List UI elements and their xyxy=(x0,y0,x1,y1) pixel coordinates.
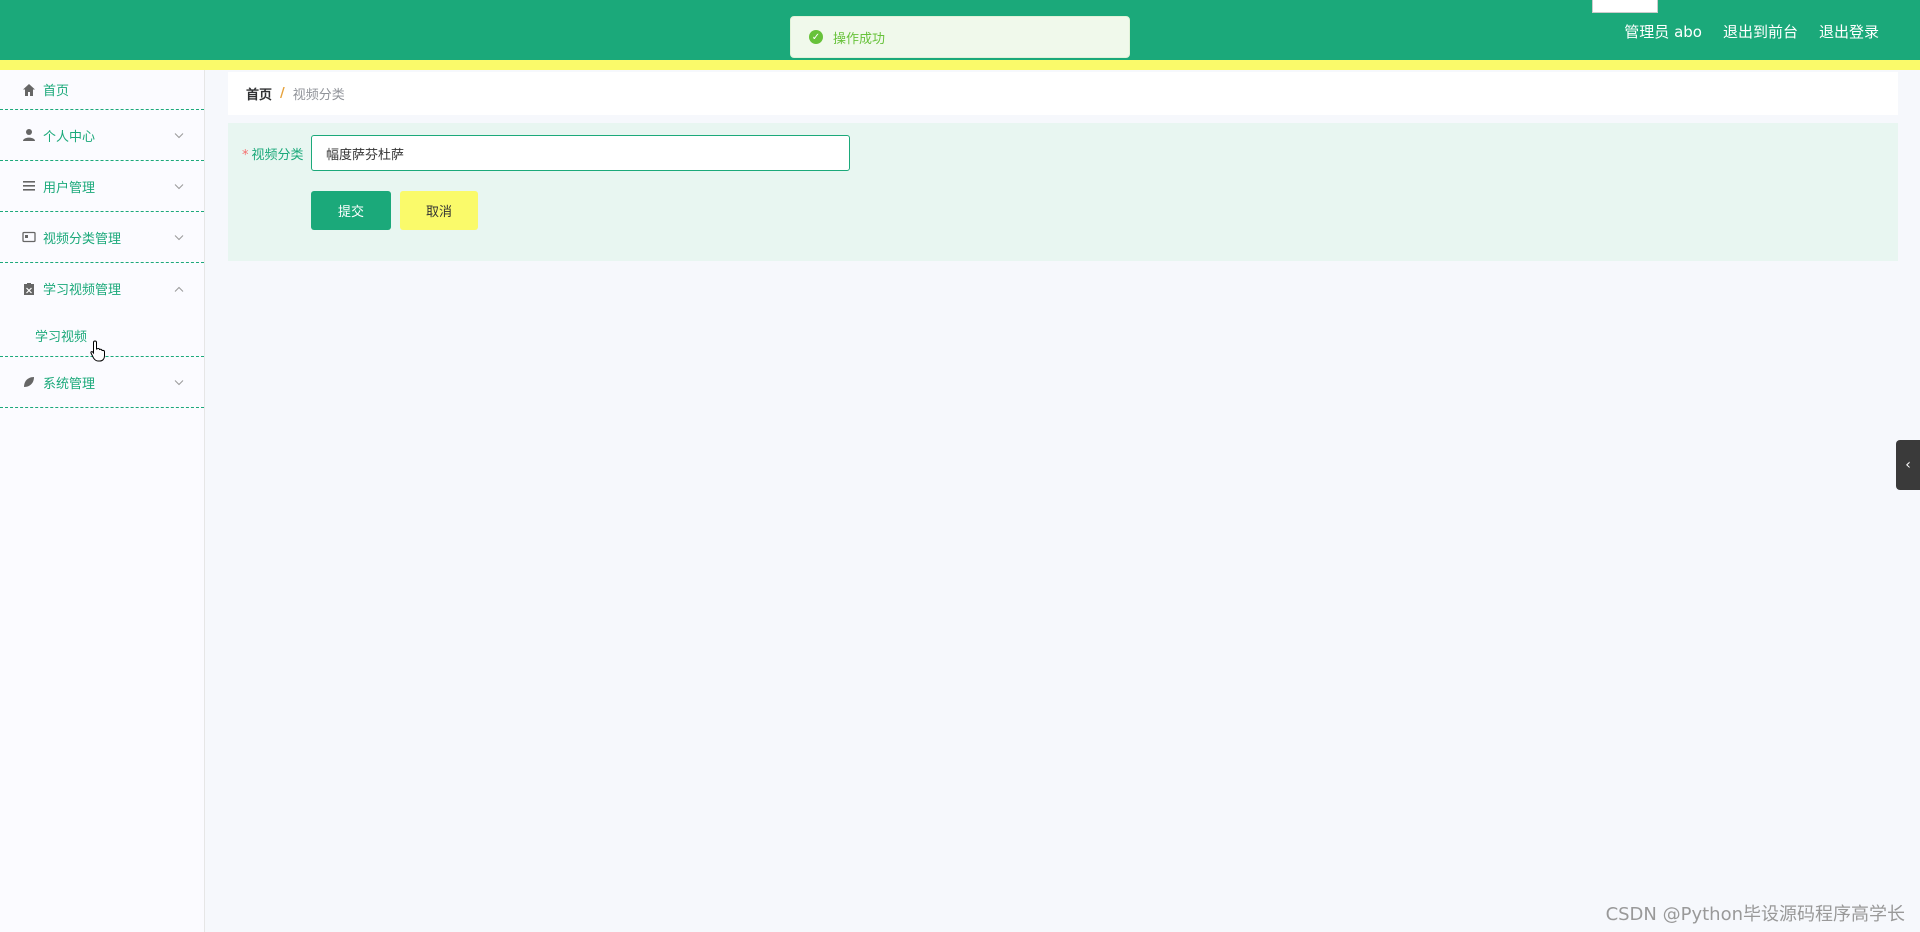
check-circle-icon: ✓ xyxy=(809,30,823,44)
sidebar-item-label: 系统管理 xyxy=(43,376,96,392)
sidebar-item-video-category-management[interactable]: 视频分类管理 xyxy=(0,212,204,263)
chevron-left-icon: ‹ xyxy=(1905,457,1911,473)
sidebar-item-label: 学习视频管理 xyxy=(43,283,122,298)
leaf-icon xyxy=(22,375,36,389)
toast-message: 操作成功 xyxy=(833,31,886,47)
required-mark: * xyxy=(242,148,249,163)
home-icon xyxy=(22,83,36,97)
chevron-up-icon xyxy=(174,281,184,296)
mini-popup xyxy=(1592,0,1658,13)
logout-link[interactable]: 退出登录 xyxy=(1819,21,1879,42)
pointer-hand-icon xyxy=(90,340,106,362)
chevron-down-icon xyxy=(174,230,184,245)
category-field-label: * 视频分类 xyxy=(242,144,304,163)
watermark: CSDN @Python毕设源码程序高学长 xyxy=(1605,904,1905,925)
sidebar-item-system-management[interactable]: 系统管理 xyxy=(0,357,204,408)
admin-user-label: 管理员 abo xyxy=(1624,23,1702,41)
sidebar-item-user-management[interactable]: 用户管理 xyxy=(0,161,204,212)
sidebar-item-home[interactable]: 首页 xyxy=(0,70,204,110)
chevron-down-icon xyxy=(174,375,184,390)
sidebar-subitem-label: 学习视频 xyxy=(35,329,88,345)
sidebar-item-label: 个人中心 xyxy=(43,129,96,145)
back-to-front-link[interactable]: 退出到前台 xyxy=(1723,21,1798,42)
sidebar-item-label: 首页 xyxy=(43,84,70,99)
card-icon xyxy=(22,230,36,244)
user-icon xyxy=(22,128,36,142)
category-input[interactable] xyxy=(311,135,850,171)
header-actions: 管理员 abo 退出到前台 退出登录 xyxy=(1624,21,1879,42)
header-stripe xyxy=(0,60,1920,70)
collapse-panel-tab[interactable]: ‹ xyxy=(1896,440,1920,490)
sidebar: 首页 个人中心 用户管理 视频分类管理 学习视频管理 学习视频 系统管理 xyxy=(0,70,205,932)
submit-button[interactable]: 提交 xyxy=(311,191,391,230)
sidebar-item-study-video-management[interactable]: 学习视频管理 xyxy=(0,263,204,314)
clipboard-icon xyxy=(22,282,36,296)
success-toast: ✓ 操作成功 xyxy=(790,16,1130,58)
sidebar-item-label: 视频分类管理 xyxy=(43,231,122,247)
list-icon xyxy=(22,179,36,193)
category-label-text: 视频分类 xyxy=(251,148,304,163)
sidebar-item-label: 用户管理 xyxy=(43,180,96,196)
breadcrumb-separator: / xyxy=(280,86,285,101)
breadcrumb-current: 视频分类 xyxy=(292,88,345,103)
breadcrumb: 首页 / 视频分类 xyxy=(228,72,1898,115)
sidebar-item-personal-center[interactable]: 个人中心 xyxy=(0,110,204,161)
category-form: *视频分类 提交 取消 xyxy=(228,123,1898,261)
chevron-down-icon xyxy=(174,128,184,143)
chevron-down-icon xyxy=(174,179,184,194)
breadcrumb-home[interactable]: 首页 xyxy=(246,84,272,103)
cancel-button[interactable]: 取消 xyxy=(400,191,478,230)
